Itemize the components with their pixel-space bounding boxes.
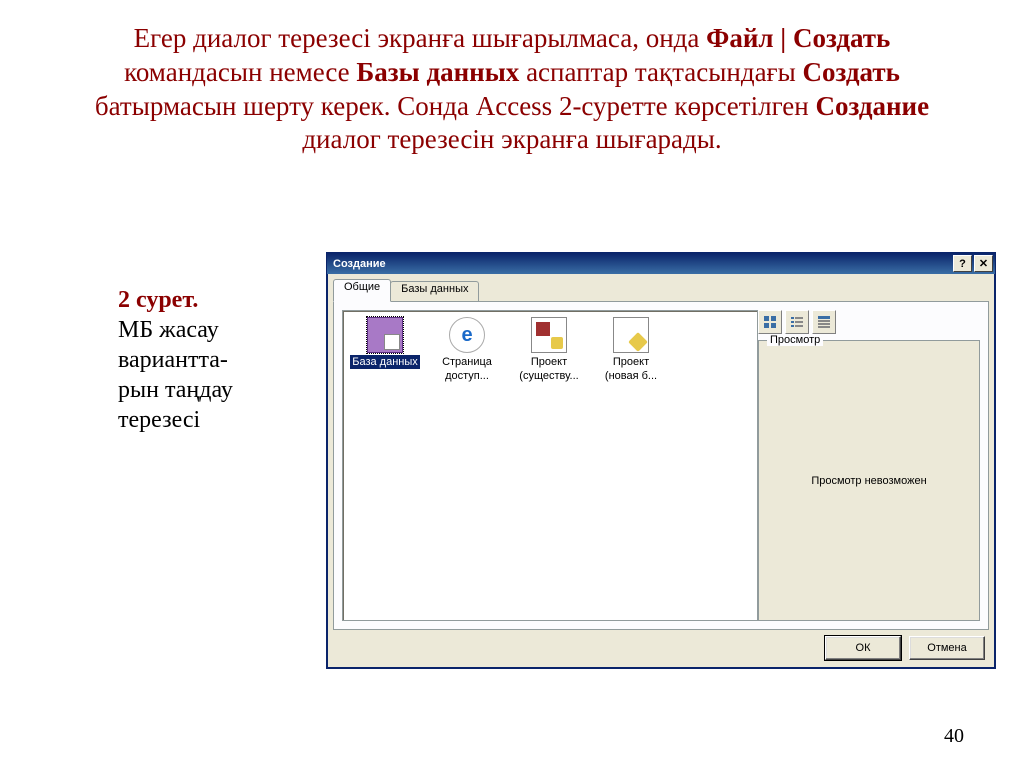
template-item-data-access-page[interactable]: Страница доступ... (429, 315, 505, 383)
project-existing-icon (531, 317, 567, 353)
page-number: 40 (944, 725, 964, 748)
tab-strip: Общие Базы данных (333, 281, 989, 301)
tab-general[interactable]: Общие (333, 279, 391, 302)
template-item-label: Страница доступ... (440, 355, 494, 383)
create-dialog: Создание ? ✕ Общие Базы данных База данн… (326, 252, 996, 669)
template-item-project-new[interactable]: Проект (новая б... (593, 315, 669, 383)
view-list-button[interactable] (785, 310, 809, 334)
headline-bold-2: Базы данных (356, 57, 519, 87)
template-item-database[interactable]: База данных (347, 315, 423, 383)
headline-text: диалог терезесін экранға шығарады. (302, 124, 721, 154)
headline-bold-4: Создание (815, 91, 929, 121)
dialog-title: Создание (329, 258, 951, 270)
close-button[interactable]: ✕ (974, 255, 993, 272)
headline-bold-3: Создать (803, 57, 900, 87)
dialog-body: Общие Базы данных База данных Страница д… (333, 281, 989, 630)
template-item-project-existing[interactable]: Проект (существу... (511, 315, 587, 383)
details-icon (817, 315, 831, 329)
headline-bold-1: Файл | Создать (706, 23, 890, 53)
list-icon (790, 315, 804, 329)
large-icons-icon (763, 315, 777, 329)
headline-text: аспаптар тақтасындағы (519, 57, 802, 87)
ok-button[interactable]: ОК (825, 636, 901, 660)
dialog-right-column: Просмотр Просмотр невозможен (758, 310, 980, 621)
cancel-button[interactable]: Отмена (909, 636, 985, 660)
template-icons-row: База данных Страница доступ... Проект (с… (347, 315, 753, 383)
preview-groupbox: Просмотр Просмотр невозможен (758, 340, 980, 621)
ie-page-icon (449, 317, 485, 353)
template-item-label: Проект (новая б... (603, 355, 659, 383)
figure-caption-number: 2 сурет. (118, 287, 198, 313)
slide-headline: Егер диалог терезесі экранға шығарылмаса… (70, 22, 954, 157)
figure-caption-text: МБ жасау вариантта- рын таңдау терезесі (118, 317, 233, 433)
dialog-button-row: ОК Отмена (825, 636, 985, 660)
template-item-label: Проект (существу... (517, 355, 580, 383)
template-list[interactable]: База данных Страница доступ... Проект (с… (342, 310, 758, 621)
dialog-titlebar[interactable]: Создание ? ✕ (327, 253, 995, 274)
database-icon (367, 317, 403, 353)
tab-databases[interactable]: Базы данных (390, 281, 479, 301)
preview-unavailable-message: Просмотр невозможен (759, 341, 979, 620)
tab-page-general: База данных Страница доступ... Проект (с… (333, 301, 989, 630)
project-new-icon (613, 317, 649, 353)
template-item-label: База данных (350, 355, 420, 369)
help-button[interactable]: ? (953, 255, 972, 272)
view-large-icons-button[interactable] (758, 310, 782, 334)
view-details-button[interactable] (812, 310, 836, 334)
headline-text: Егер диалог терезесі экранға шығарылмаса… (134, 23, 706, 53)
headline-text: командасын немесе (124, 57, 356, 87)
view-mode-buttons (758, 310, 980, 334)
figure-caption: 2 сурет. МБ жасау вариантта- рын таңдау … (118, 285, 298, 435)
headline-text: батырмасын шерту керек. Сонда Access 2-с… (95, 91, 816, 121)
